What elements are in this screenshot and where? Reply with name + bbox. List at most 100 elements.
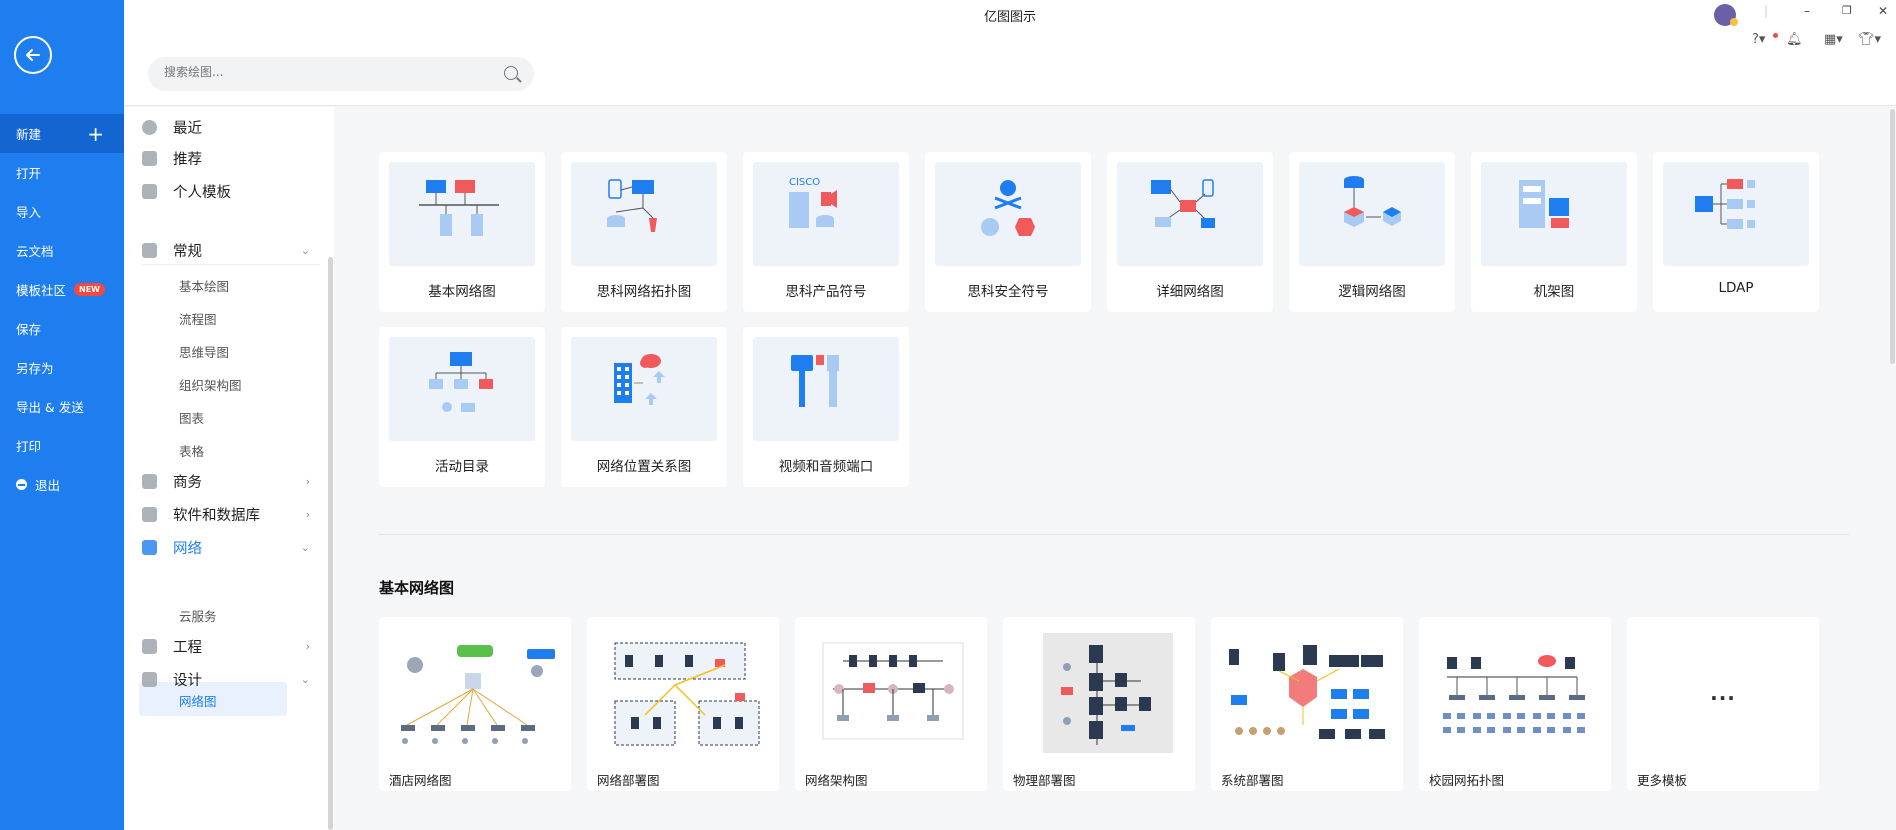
restore-icon[interactable]: ❐ — [1842, 4, 1852, 17]
category-scrollbar[interactable] — [328, 257, 333, 830]
card-label: 活动目录 — [435, 459, 489, 475]
menu-save-as[interactable]: 另存为 — [0, 348, 124, 387]
diagram-type-card[interactable]: 逻辑网络图 — [1289, 152, 1455, 312]
sub-org-chart[interactable]: 组织架构图 — [179, 375, 242, 394]
search-box[interactable] — [148, 57, 534, 91]
diagram-type-card[interactable]: 视频和音频端口 — [743, 327, 909, 487]
file-menu-sidebar: 新建 + 打开 导入 云文档 模板社区 NEW 保存 另存为 导出 & 发送 打… — [0, 0, 124, 830]
bell-icon[interactable]: 🔔︎ — [1786, 32, 1803, 47]
cat-network[interactable]: 网络 ⌄ — [142, 537, 310, 557]
apps-grid-icon[interactable]: ▦▾ — [1824, 32, 1843, 47]
sub-charts[interactable]: 图表 — [179, 408, 204, 427]
search-icon[interactable] — [504, 66, 518, 80]
sub-network-diagram[interactable]: 网络图 — [179, 691, 217, 710]
tag-icon — [142, 242, 157, 258]
template-card[interactable]: 网络部署图 — [587, 617, 779, 791]
template-card[interactable]: 系统部署图 — [1211, 617, 1403, 791]
cat-engineering[interactable]: 工程 › — [142, 636, 310, 656]
avatar[interactable] — [1714, 4, 1738, 26]
diagram-type-card[interactable]: 机架图 — [1471, 152, 1637, 312]
menu-cloud-docs-label: 云文档 — [16, 244, 54, 259]
cat-personal-templates[interactable]: 个人模板 — [142, 181, 310, 201]
menu-print[interactable]: 打印 — [0, 426, 124, 465]
diagram-type-card[interactable]: CISCO 思科产品符号 — [743, 152, 909, 312]
card-label: 逻辑网络图 — [1338, 284, 1406, 300]
arrow-left-icon — [26, 49, 40, 61]
cat-general[interactable]: 常规 ⌄ — [142, 240, 310, 260]
help-icon[interactable]: ?▾ — [1752, 32, 1765, 47]
menu-cloud-docs[interactable]: 云文档 — [0, 231, 124, 270]
template-thumb — [387, 625, 563, 755]
diagram-type-card[interactable]: 活动目录 — [379, 327, 545, 487]
sub-basic-drawing[interactable]: 基本绘图 — [179, 276, 229, 295]
diagram-type-card[interactable]: 基本网络图 — [379, 152, 545, 312]
ldap-thumb — [1663, 162, 1809, 266]
menu-import[interactable]: 导入 — [0, 192, 124, 231]
main-content: 基本网络图 思科网络拓扑图 CISCO 思科产品符号 思科安全符号 详细网络图 … — [334, 107, 1895, 830]
card-label: 视频和音频端口 — [778, 459, 874, 475]
window-title: 亿图图示 — [983, 10, 1036, 25]
template-label: 系统部署图 — [1221, 773, 1284, 788]
av-ports-thumb — [753, 337, 899, 441]
menu-template-community[interactable]: 模板社区 NEW — [0, 270, 124, 309]
menu-save[interactable]: 保存 — [0, 309, 124, 348]
sub-mindmap[interactable]: 思维导图 — [179, 342, 229, 361]
menu-open-label: 打开 — [16, 166, 42, 181]
card-label: 思科产品符号 — [785, 284, 867, 300]
briefcase-icon — [142, 473, 157, 489]
template-card[interactable]: 物理部署图 — [1003, 617, 1195, 791]
cat-software-database[interactable]: 软件和数据库 › — [142, 504, 310, 524]
cat-business[interactable]: 商务 › — [142, 471, 310, 491]
card-label: 机架图 — [1533, 284, 1575, 300]
sub-cloud-services[interactable]: 云服务 — [179, 606, 217, 625]
menu-export-send[interactable]: 导出 & 发送 — [0, 387, 124, 426]
menu-open[interactable]: 打开 — [0, 153, 124, 192]
card-label: 基本网络图 — [428, 284, 496, 300]
menu-new[interactable]: 新建 + — [0, 114, 124, 153]
cat-recommended[interactable]: 推荐 — [142, 148, 310, 168]
more-templates-card[interactable]: ... 更多模板 — [1627, 617, 1819, 791]
diagram-type-card[interactable]: LDAP — [1653, 152, 1819, 312]
new-badge: NEW — [74, 283, 105, 296]
chevron-right-icon: › — [305, 474, 310, 488]
sub-flowchart[interactable]: 流程图 — [179, 309, 217, 328]
close-icon[interactable]: ✕ — [1878, 4, 1888, 18]
plus-icon[interactable]: + — [87, 124, 104, 144]
engineering-icon — [142, 638, 157, 654]
chevron-down-icon: ⌄ — [300, 540, 310, 554]
back-button[interactable] — [14, 36, 52, 74]
star-icon — [142, 150, 157, 166]
minimize-icon[interactable]: – — [1804, 4, 1810, 18]
logical-network-thumb — [1299, 162, 1445, 266]
template-card[interactable]: 酒店网络图 — [379, 617, 571, 791]
diagram-type-card[interactable]: 详细网络图 — [1107, 152, 1273, 312]
ellipsis-icon: ... — [1710, 681, 1736, 705]
template-card[interactable]: 校园网拓扑图 — [1419, 617, 1611, 791]
cat-personal-templates-label: 个人模板 — [173, 184, 231, 201]
menu-print-label: 打印 — [16, 439, 42, 454]
diagram-type-card[interactable]: 网络位置关系图 — [561, 327, 727, 487]
template-label: 更多模板 — [1637, 773, 1688, 788]
cat-recent[interactable]: 最近 — [142, 117, 310, 137]
diagram-type-card[interactable]: 思科安全符号 — [925, 152, 1091, 312]
section-title: 基本网络图 — [379, 579, 455, 597]
template-card[interactable]: 网络架构图 — [795, 617, 987, 791]
cisco-products-thumb: CISCO — [753, 162, 899, 266]
notification-dot — [1773, 33, 1778, 38]
cisco-topology-thumb — [571, 162, 717, 266]
menu-exit[interactable]: 退出 — [0, 465, 124, 504]
menu-new-label: 新建 — [16, 127, 42, 142]
basic-network-thumb — [389, 162, 535, 266]
app-window: 新建 + 打开 导入 云文档 模板社区 NEW 保存 另存为 导出 & 发送 打… — [0, 0, 1896, 830]
cat-recommended-label: 推荐 — [173, 151, 202, 168]
detailed-network-thumb — [1117, 162, 1263, 266]
theme-shirt-icon[interactable]: 👕︎▾ — [1858, 32, 1881, 47]
diagram-type-card[interactable]: 思科网络拓扑图 — [561, 152, 727, 312]
cat-design[interactable]: 设计 ⌄ — [142, 669, 310, 689]
rack-thumb — [1481, 162, 1627, 266]
menu-template-community-label: 模板社区 — [16, 283, 67, 298]
main-scrollbar[interactable] — [1890, 109, 1895, 364]
sub-tables[interactable]: 表格 — [179, 441, 204, 460]
cat-business-label: 商务 — [173, 474, 202, 491]
search-input[interactable] — [164, 65, 484, 79]
